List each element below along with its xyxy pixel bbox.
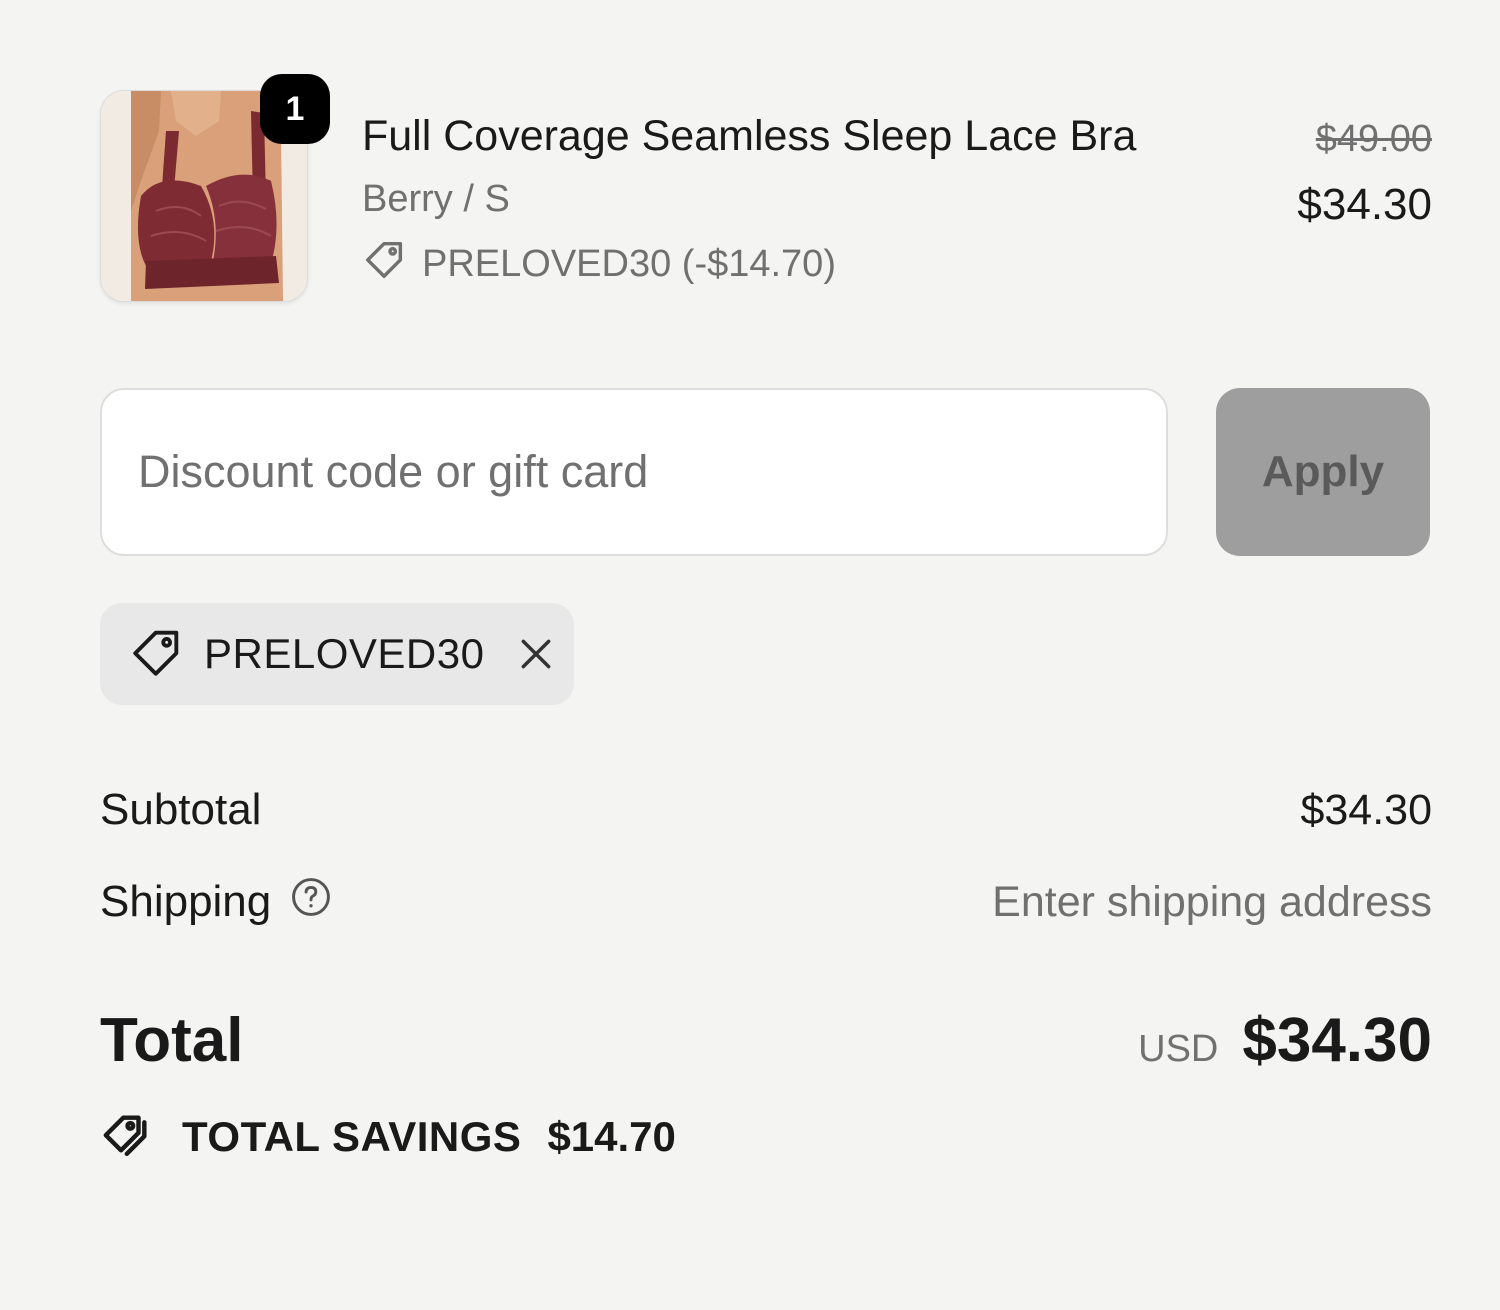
original-price: $49.00: [1315, 118, 1432, 160]
shipping-value: Enter shipping address: [992, 877, 1432, 926]
savings-value: $14.70: [547, 1112, 676, 1160]
currency-code: USD: [1138, 1027, 1219, 1070]
tags-icon: [100, 1106, 156, 1167]
quantity-badge: 1: [260, 74, 330, 144]
applied-discount-chip: PRELOVED30: [100, 603, 574, 705]
line-item-discount: PRELOVED30 (-$14.70): [362, 236, 836, 292]
shipping-label: Shipping: [100, 877, 272, 926]
apply-button[interactable]: Apply: [1216, 388, 1430, 556]
product-thumbnail-wrapper: 1: [100, 74, 330, 302]
cart-line-item: 1 Full Coverage Seamless Sleep Lace Bra …: [100, 74, 1432, 305]
total-value-group: USD $34.30: [1138, 1005, 1432, 1076]
subtotal-label: Subtotal: [100, 785, 262, 834]
applied-discount-code: PRELOVED30: [204, 630, 485, 677]
total-savings: TOTAL SAVINGS $14.70: [100, 1106, 676, 1167]
total-label: Total: [100, 1005, 244, 1075]
shipping-label-group: Shipping: [100, 875, 333, 930]
product-title: Full Coverage Seamless Sleep Lace Bra: [362, 112, 1137, 160]
discount-code-input[interactable]: [100, 388, 1168, 556]
final-price: $34.30: [1297, 180, 1432, 229]
shipping-row: Shipping Enter shipping address: [100, 870, 1432, 934]
tag-icon: [128, 623, 186, 686]
remove-discount-button[interactable]: [514, 632, 558, 676]
subtotal-row: Subtotal $34.30: [100, 780, 1432, 840]
close-icon: [522, 639, 551, 669]
savings-label: TOTAL SAVINGS: [182, 1112, 522, 1160]
help-icon[interactable]: [289, 875, 333, 930]
subtotal-value: $34.30: [1300, 785, 1432, 834]
total-row: Total USD $34.30: [100, 1000, 1432, 1080]
line-item-discount-text: PRELOVED30 (-$14.70): [422, 242, 836, 285]
tag-icon: [362, 236, 408, 292]
product-variant: Berry / S: [362, 178, 510, 220]
total-value: $34.30: [1242, 1005, 1432, 1075]
